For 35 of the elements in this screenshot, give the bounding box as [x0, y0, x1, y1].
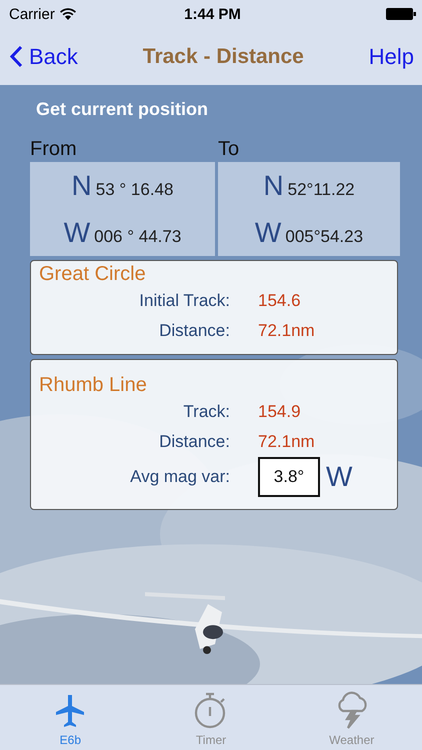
mag-var-direction[interactable]: W [326, 461, 352, 493]
coordinate-value: 006 ° 44.73 [94, 226, 182, 246]
result-label: Track: [182, 402, 230, 422]
chevron-left-icon [10, 45, 23, 68]
wifi-icon [60, 8, 76, 20]
mag-var-field[interactable]: 3.8° [258, 457, 320, 497]
battery-icon [386, 8, 416, 20]
status-time: 1:44 PM [184, 6, 241, 22]
hemisphere-letter: N [72, 170, 92, 202]
result-value: 72.1nm [258, 432, 316, 452]
hemisphere-letter: N [263, 170, 284, 202]
stopwatch-icon [194, 691, 228, 729]
coordinate-value: 52°11.22 [288, 180, 355, 200]
mag-var-label: Avg mag var: [129, 467, 230, 487]
carrier-name: Carrier [9, 6, 55, 22]
result-label: Distance: [158, 321, 230, 341]
result-label: Initial Track: [138, 291, 230, 311]
airplane-icon [55, 693, 86, 729]
result-value: 72.1nm [258, 321, 316, 341]
card-title: Great Circle [39, 263, 147, 286]
help-button[interactable]: Help [368, 44, 414, 70]
coordinate-panel[interactable]: N 53 ° 16.48 W 006 ° 44.73 [30, 162, 215, 256]
back-button[interactable]: Back [10, 44, 78, 70]
hemisphere-letter: W [64, 216, 90, 248]
coordinate-value: 005°54.23 [285, 226, 364, 246]
point-label: To [218, 138, 240, 162]
result-value: 154.6 [258, 291, 302, 311]
coordinate-panel[interactable]: N 52°11.22 W 005°54.23 [218, 162, 400, 256]
hemisphere-letter: W [254, 216, 282, 248]
coordinate-value: 53 ° 16.48 [96, 180, 174, 200]
card-title: Rhumb Line [39, 374, 148, 397]
point-label: From [30, 138, 78, 162]
screen-title: Track - Distance [142, 44, 304, 68]
result-label: Distance: [158, 432, 230, 452]
result-value: 154.9 [258, 402, 302, 422]
